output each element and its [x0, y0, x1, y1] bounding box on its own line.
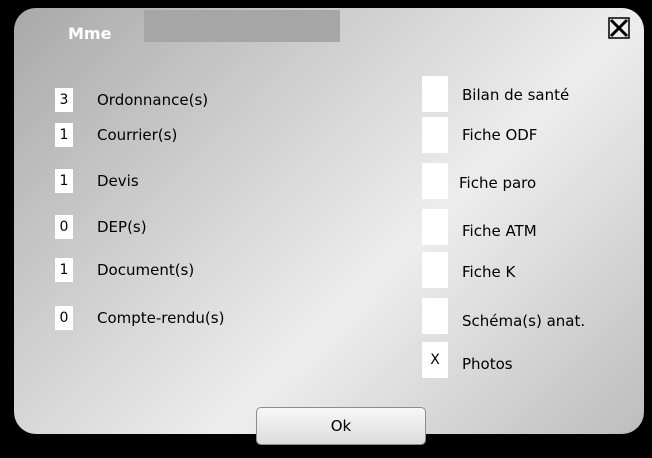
fiche-atm-checkbox[interactable] — [422, 209, 448, 245]
photos-label: Photos — [462, 355, 513, 373]
bilan-sante-checkbox[interactable] — [422, 76, 448, 112]
close-icon — [608, 17, 630, 39]
bilan-sante-label: Bilan de santé — [462, 86, 570, 104]
photos-checkbox[interactable]: X — [422, 342, 448, 378]
patient-name-field — [144, 10, 340, 42]
document-count: 1 — [55, 258, 73, 282]
courrier-count: 1 — [55, 123, 73, 147]
compte-rendu-label[interactable]: Compte-rendu(s) — [97, 306, 224, 330]
fiche-k-checkbox[interactable] — [422, 252, 448, 288]
fiche-atm-label: Fiche ATM — [462, 222, 537, 240]
ok-button[interactable]: Ok — [256, 407, 426, 445]
schema-anat-label: Schéma(s) anat. — [462, 312, 586, 330]
schema-anat-checkbox[interactable] — [422, 298, 448, 334]
fiche-odf-label: Fiche ODF — [462, 126, 538, 144]
document-label[interactable]: Document(s) — [97, 258, 194, 282]
ordonnance-count: 3 — [55, 88, 73, 112]
close-button[interactable] — [608, 17, 630, 39]
fiche-paro-label: Fiche paro — [459, 174, 537, 192]
devis-count: 1 — [55, 169, 73, 193]
compte-rendu-count: 0 — [55, 306, 73, 330]
fiche-odf-checkbox[interactable] — [422, 117, 448, 153]
dep-count: 0 — [55, 215, 73, 239]
fiche-paro-checkbox[interactable] — [422, 163, 448, 199]
ordonnance-label[interactable]: Ordonnance(s) — [97, 88, 208, 112]
courrier-label[interactable]: Courrier(s) — [97, 123, 177, 147]
dialog-title: Mme — [68, 24, 112, 43]
devis-label[interactable]: Devis — [97, 169, 139, 193]
fiche-k-label: Fiche K — [462, 263, 516, 281]
dep-label[interactable]: DEP(s) — [97, 215, 147, 239]
